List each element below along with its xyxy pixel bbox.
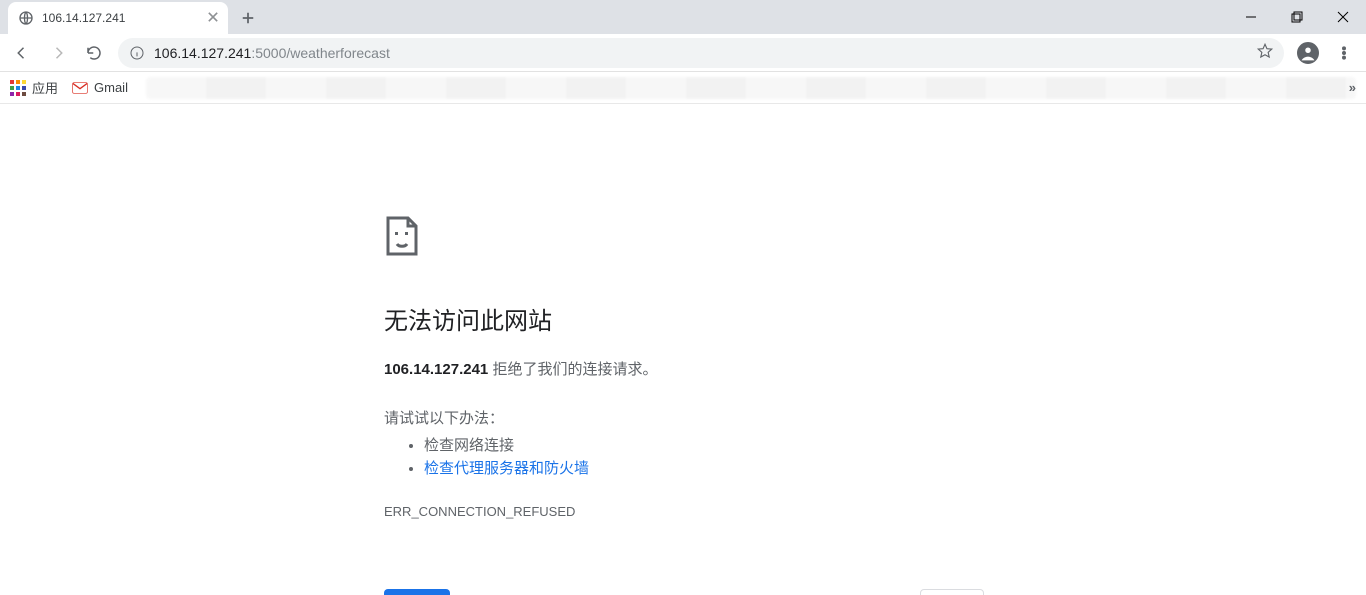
error-code: ERR_CONNECTION_REFUSED: [384, 504, 984, 519]
sad-file-icon: [384, 216, 984, 261]
error-refused-line: 106.14.127.241 拒绝了我们的连接请求。: [384, 358, 984, 379]
error-buttons: 重新加载 详细信息: [384, 589, 984, 595]
window-minimize-button[interactable]: [1228, 0, 1274, 34]
bookmarks-gmail[interactable]: Gmail: [72, 80, 128, 95]
apps-icon: [10, 80, 26, 96]
toolbar: 106.14.127.241:5000/weatherforecast: [0, 34, 1366, 72]
reload-page-button[interactable]: 重新加载: [384, 589, 450, 595]
site-info-icon[interactable]: [128, 44, 146, 62]
reload-button[interactable]: [78, 37, 110, 69]
details-button[interactable]: 详细信息: [920, 589, 984, 595]
error-suggestions-list: 检查网络连接 检查代理服务器和防火墙: [384, 434, 984, 478]
bookmarks-apps[interactable]: 应用: [10, 78, 58, 97]
suggestion-check-proxy-link[interactable]: 检查代理服务器和防火墙: [424, 460, 589, 477]
page-content: 无法访问此网站 106.14.127.241 拒绝了我们的连接请求。 请试试以下…: [0, 104, 1366, 595]
new-tab-button[interactable]: [234, 4, 262, 32]
url-text: 106.14.127.241:5000/weatherforecast: [154, 45, 1250, 61]
suggestion-check-network: 检查网络连接: [424, 434, 984, 455]
globe-icon: [18, 10, 34, 26]
url-host: 106.14.127.241: [154, 45, 251, 61]
browser-tab[interactable]: 106.14.127.241: [8, 2, 228, 34]
chrome-menu-button[interactable]: [1328, 37, 1360, 69]
tab-strip: 106.14.127.241: [0, 0, 1366, 34]
error-refused-tail: 拒绝了我们的连接请求。: [488, 361, 657, 378]
apps-label: 应用: [32, 78, 58, 97]
error-title: 无法访问此网站: [384, 301, 984, 336]
profile-button[interactable]: [1292, 37, 1324, 69]
tab-title: 106.14.127.241: [42, 11, 125, 25]
tab-close-button[interactable]: [208, 11, 218, 25]
gmail-icon: [72, 82, 88, 94]
window-controls: [1228, 0, 1366, 34]
error-container: 无法访问此网站 106.14.127.241 拒绝了我们的连接请求。 请试试以下…: [384, 216, 984, 595]
window-maximize-button[interactable]: [1274, 0, 1320, 34]
error-suggestions-heading: 请试试以下办法：: [384, 407, 984, 428]
forward-button[interactable]: [42, 37, 74, 69]
bookmarks-bar: 应用 Gmail »: [0, 72, 1366, 104]
bookmarks-overflow-button[interactable]: »: [1349, 80, 1356, 95]
bookmarks-blurred-region: [146, 77, 1356, 99]
gmail-label: Gmail: [94, 80, 128, 95]
address-bar[interactable]: 106.14.127.241:5000/weatherforecast: [118, 38, 1284, 68]
back-button[interactable]: [6, 37, 38, 69]
bookmark-star-button[interactable]: [1256, 42, 1274, 63]
error-refused-host: 106.14.127.241: [384, 361, 488, 378]
window-close-button[interactable]: [1320, 0, 1366, 34]
url-path: :5000/weatherforecast: [251, 45, 390, 61]
